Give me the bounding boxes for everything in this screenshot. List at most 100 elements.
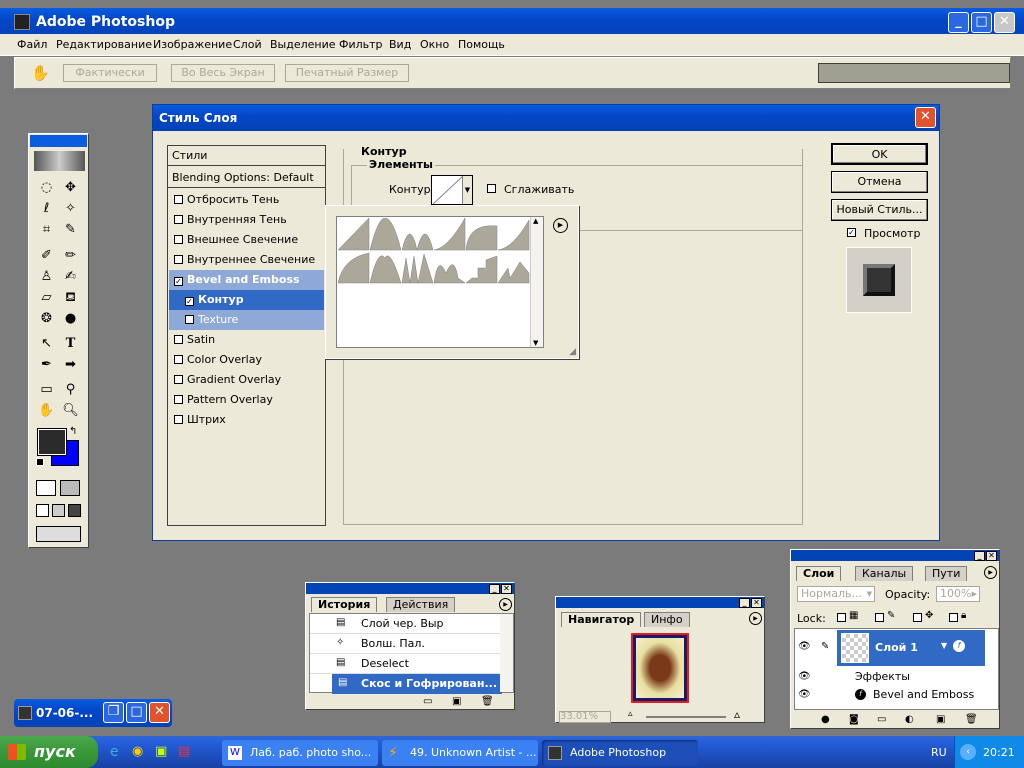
layers-minimize-button[interactable]: _ bbox=[974, 551, 985, 561]
hand-tool-icon[interactable]: ✋ bbox=[36, 401, 57, 420]
eye-icon[interactable]: 👁︎ bbox=[798, 641, 811, 652]
lock-transparency-checkbox[interactable] bbox=[837, 613, 846, 622]
screen-mode-1-icon[interactable] bbox=[36, 504, 49, 517]
quickmask-mode-icon[interactable] bbox=[60, 480, 80, 496]
history-item[interactable]: ✧ Волш. Пал. bbox=[310, 634, 502, 654]
contour-picker[interactable]: ▼ bbox=[431, 175, 473, 205]
tab-paths[interactable]: Пути bbox=[925, 566, 968, 581]
maximize-document-button[interactable]: □ bbox=[126, 702, 147, 723]
pattern-overlay-checkbox[interactable] bbox=[174, 395, 183, 404]
minimize-button[interactable]: _ bbox=[948, 12, 969, 33]
style-color-overlay[interactable]: Color Overlay bbox=[169, 350, 324, 370]
floppy-icon[interactable]: ▤ bbox=[178, 744, 190, 759]
gradient-overlay-checkbox[interactable] bbox=[174, 375, 183, 384]
tab-history[interactable]: История bbox=[311, 597, 378, 612]
stamp-tool-icon[interactable]: ♙ bbox=[36, 267, 57, 286]
navigator-minimize-button[interactable]: _ bbox=[739, 598, 750, 608]
history-menu-icon[interactable]: ▶ bbox=[499, 598, 512, 611]
zoom-slider[interactable] bbox=[646, 716, 726, 718]
menu-image[interactable]: Изображение bbox=[153, 38, 232, 51]
style-inner-glow[interactable]: Внутреннее Свечение bbox=[169, 250, 324, 270]
eye-icon[interactable]: 👁︎ bbox=[798, 671, 811, 682]
type-tool-icon[interactable]: T bbox=[60, 334, 81, 353]
resize-grip-icon[interactable]: ◢ bbox=[569, 347, 576, 357]
jump-to-imageready-icon[interactable] bbox=[36, 526, 81, 542]
blending-options[interactable]: Blending Options: Default bbox=[168, 168, 325, 188]
preview-checkbox[interactable]: ✓ bbox=[847, 228, 856, 237]
history-item[interactable]: ▤ Deselect bbox=[310, 654, 502, 674]
bevel-emboss-checkbox[interactable]: ✓ bbox=[174, 277, 183, 286]
menu-edit[interactable]: Редактирование bbox=[56, 38, 152, 51]
style-drop-shadow[interactable]: Отбросить Тень bbox=[169, 190, 324, 210]
history-item[interactable]: ▤ Слой чер. Выр bbox=[310, 614, 502, 634]
color-overlay-checkbox[interactable] bbox=[174, 355, 183, 364]
eye-icon[interactable]: 👁︎ bbox=[798, 689, 811, 700]
menu-view[interactable]: Вид bbox=[389, 38, 411, 51]
screen-mode-3-icon[interactable] bbox=[68, 504, 81, 517]
satin-checkbox[interactable] bbox=[174, 335, 183, 344]
new-snapshot-icon[interactable]: ▣ bbox=[452, 696, 461, 707]
opacity-input[interactable]: 100% ▶ bbox=[936, 586, 980, 602]
lock-image-checkbox[interactable] bbox=[875, 613, 884, 622]
new-layer-icon[interactable]: ▣ bbox=[936, 714, 945, 725]
close-button[interactable]: ✕ bbox=[994, 12, 1015, 33]
navigator-close-button[interactable]: ✕ bbox=[751, 598, 762, 608]
dodge-tool-icon[interactable]: ● bbox=[60, 309, 81, 328]
contour-checkbox[interactable]: ✓ bbox=[185, 297, 194, 306]
new-adjustment-icon[interactable]: ◐ bbox=[905, 714, 914, 725]
texture-checkbox[interactable] bbox=[185, 315, 194, 324]
new-set-icon[interactable]: ▭ bbox=[877, 714, 886, 725]
new-style-button[interactable]: Новый Стиль... bbox=[831, 199, 928, 221]
restore-document-button[interactable]: ❐ bbox=[103, 702, 124, 723]
media-player-icon[interactable]: ◉ bbox=[132, 744, 143, 759]
dialog-close-button[interactable]: ✕ bbox=[915, 107, 936, 128]
menu-file[interactable]: Файл bbox=[17, 38, 47, 51]
standard-mode-icon[interactable] bbox=[36, 480, 56, 496]
history-close-button[interactable]: ✕ bbox=[501, 584, 512, 594]
new-document-from-state-icon[interactable]: ▭ bbox=[423, 696, 432, 707]
styles-header[interactable]: Стили bbox=[168, 146, 325, 166]
trash-icon[interactable]: 🗑︎ bbox=[481, 696, 494, 707]
menu-layer[interactable]: Слой bbox=[233, 38, 262, 51]
slice-tool-icon[interactable]: ✎ bbox=[60, 220, 81, 239]
history-minimize-button[interactable]: _ bbox=[489, 584, 500, 594]
language-indicator[interactable]: RU bbox=[931, 746, 947, 759]
app-quicklaunch-icon[interactable]: ▣ bbox=[155, 744, 167, 759]
contour-dropdown-arrow-icon[interactable]: ▼ bbox=[462, 176, 472, 204]
default-colors-icon[interactable] bbox=[36, 458, 44, 466]
healing-brush-icon[interactable]: ✐ bbox=[36, 246, 57, 265]
lock-position-checkbox[interactable] bbox=[913, 613, 922, 622]
navigator-menu-icon[interactable]: ▶ bbox=[749, 612, 762, 625]
style-satin[interactable]: Satin bbox=[169, 330, 324, 350]
fit-screen-button[interactable]: Во Весь Экран bbox=[171, 64, 275, 82]
layers-menu-icon[interactable]: ▶ bbox=[984, 566, 997, 579]
zoom-tool-icon[interactable]: 🔍︎ bbox=[60, 401, 81, 420]
style-inner-shadow[interactable]: Внутренняя Тень bbox=[169, 210, 324, 230]
magic-wand-tool-icon[interactable]: ✧ bbox=[60, 199, 81, 218]
close-document-button[interactable]: ✕ bbox=[149, 702, 170, 723]
zoom-value[interactable]: 33.01% bbox=[559, 711, 611, 723]
scroll-down-icon[interactable]: ▼ bbox=[533, 339, 538, 347]
blend-mode-select[interactable]: Нормаль... ▼ bbox=[797, 586, 875, 602]
delete-layer-icon[interactable]: 🗑︎ bbox=[965, 714, 978, 725]
tab-actions[interactable]: Действия bbox=[386, 597, 456, 612]
drop-shadow-checkbox[interactable] bbox=[174, 195, 183, 204]
menu-filter[interactable]: Фильтр bbox=[339, 38, 383, 51]
style-pattern-overlay[interactable]: Pattern Overlay bbox=[169, 390, 324, 410]
style-gradient-overlay[interactable]: Gradient Overlay bbox=[169, 370, 324, 390]
tray-expand-icon[interactable]: ‹ bbox=[960, 744, 976, 760]
shape-tool-icon[interactable]: ➡ bbox=[60, 355, 81, 374]
history-item-selected[interactable]: ▤ Скос и Гофрирован... bbox=[332, 674, 502, 694]
eraser-tool-icon[interactable]: ▱ bbox=[36, 288, 57, 307]
antialias-checkbox[interactable] bbox=[487, 184, 496, 193]
eyedropper-tool-icon[interactable]: ⚲ bbox=[60, 380, 81, 399]
zoom-out-icon[interactable]: ▵ bbox=[628, 709, 633, 719]
inner-shadow-checkbox[interactable] bbox=[174, 215, 183, 224]
history-brush-icon[interactable]: ✍ bbox=[60, 267, 81, 286]
crop-tool-icon[interactable]: ⌗ bbox=[36, 220, 57, 239]
popup-menu-arrow-icon[interactable]: ▶ bbox=[553, 218, 568, 233]
layers-close-button[interactable]: ✕ bbox=[986, 551, 997, 561]
marquee-tool-icon[interactable]: ◌ bbox=[36, 178, 57, 197]
minimized-document[interactable]: 07-06-... ❐ □ ✕ bbox=[14, 699, 172, 727]
notes-tool-icon[interactable]: ▭ bbox=[36, 380, 57, 399]
